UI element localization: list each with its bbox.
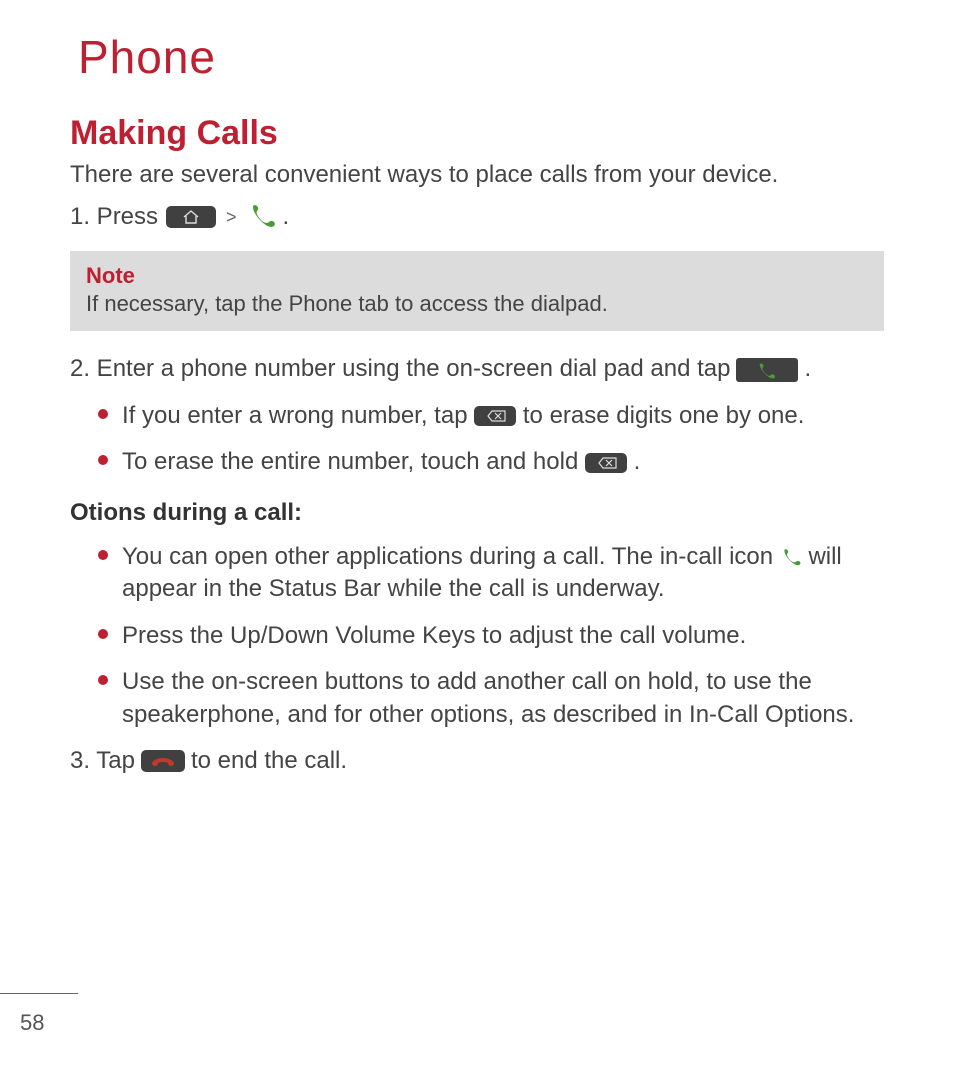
note-box: Note If necessary, tap the Phone tab to …	[70, 251, 884, 331]
options-list: You can open other applications during a…	[70, 541, 884, 731]
step3-text-a: 3. Tap	[70, 745, 135, 777]
step2-sublist: If you enter a wrong number, tap to eras…	[70, 400, 884, 479]
step1-text-a: 1. Press	[70, 201, 158, 233]
note-text: If necessary, tap the Phone tab to acces…	[86, 291, 608, 316]
sub2b-end: .	[634, 448, 641, 475]
breadcrumb-separator: >	[226, 205, 237, 229]
footer-rule	[0, 993, 78, 994]
page-number: 58	[20, 1010, 44, 1036]
sub2a-text1: If you enter a wrong number, tap	[122, 402, 468, 429]
step-2: 2. Enter a phone number using the on-scr…	[70, 353, 884, 385]
phone-app-icon	[247, 202, 277, 232]
in-call-status-icon	[780, 541, 802, 573]
list-item: Use the on-screen buttons to add another…	[122, 666, 884, 731]
opt-b-text: Press the Up/Down Volume Keys to adjust …	[122, 622, 746, 649]
list-item: You can open other applications during a…	[122, 541, 884, 606]
step2-end: .	[804, 353, 811, 385]
opt-c-text: Use the on-screen buttons to add another…	[122, 668, 854, 727]
list-item: If you enter a wrong number, tap to eras…	[122, 400, 884, 432]
section-intro: There are several convenient ways to pla…	[70, 161, 884, 189]
end-call-icon	[141, 750, 185, 772]
step1-end: .	[283, 201, 290, 233]
home-key-icon	[166, 206, 216, 228]
list-item: Press the Up/Down Volume Keys to adjust …	[122, 620, 884, 652]
note-label: Note	[86, 263, 868, 289]
section-heading: Making Calls	[70, 114, 884, 153]
backspace-icon	[474, 406, 516, 426]
step-3: 3. Tap to end the call.	[70, 745, 884, 777]
step3-text-b: to end the call.	[191, 745, 347, 777]
options-heading: Otions during a call:	[70, 499, 884, 527]
call-button-icon	[736, 358, 798, 382]
page-title: Phone	[78, 30, 884, 84]
opt-a-text1: You can open other applications during a…	[122, 543, 773, 570]
sub2b-text1: To erase the entire number, touch and ho…	[122, 448, 578, 475]
sub2a-text2: to erase digits one by one.	[523, 402, 805, 429]
list-item: To erase the entire number, touch and ho…	[122, 446, 884, 478]
backspace-icon	[585, 453, 627, 473]
step2-text-a: 2. Enter a phone number using the on-scr…	[70, 353, 730, 385]
step-1: 1. Press > .	[70, 201, 884, 233]
